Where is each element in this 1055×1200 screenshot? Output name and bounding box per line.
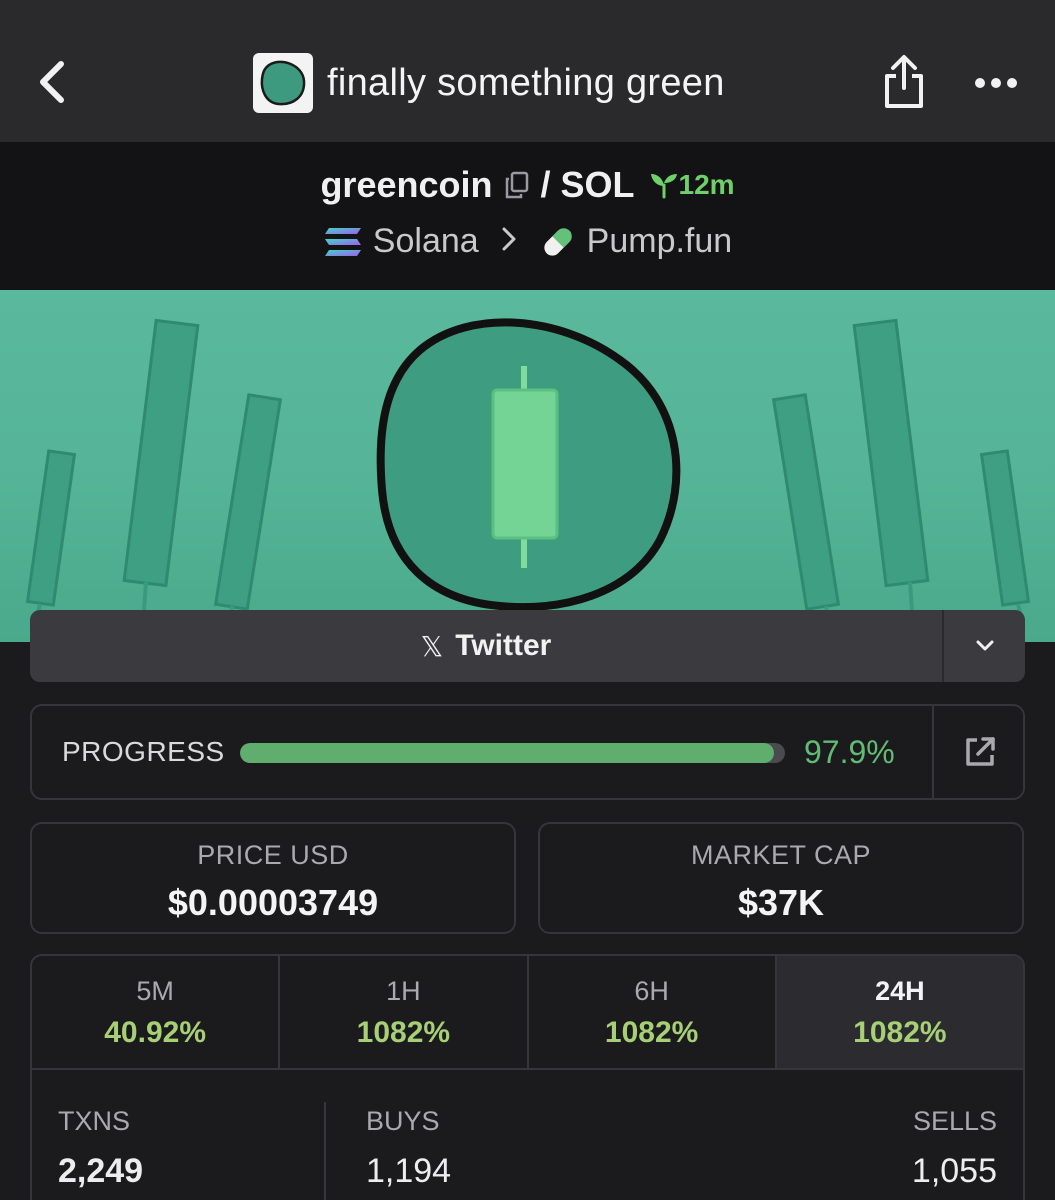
market-cap-card: MARKET CAP $37K xyxy=(538,822,1024,934)
social-links-bar: 𝕏 Twitter xyxy=(30,610,1025,682)
progress-label: PROGRESS xyxy=(62,736,225,767)
txns-label: TXNS xyxy=(58,1106,131,1136)
transactions-section: TXNS 2,249 BUYS 1,194 SELLS 1,055 xyxy=(32,1070,1023,1200)
social-expand-button[interactable] xyxy=(944,610,1025,682)
breadcrumb: Solana Pump.fun xyxy=(0,222,1055,261)
progress-bar-fill xyxy=(240,743,774,763)
token-logo xyxy=(253,53,313,113)
tab-label: 6H xyxy=(634,976,669,1006)
chevron-right-icon xyxy=(501,222,517,261)
tab-label: 5M xyxy=(136,976,174,1006)
external-link-icon xyxy=(965,737,995,766)
buys-value: 1,194 xyxy=(366,1152,452,1190)
price-change: 1082% xyxy=(853,1016,947,1049)
sprout-icon xyxy=(650,174,677,199)
pair-separator: / xyxy=(540,164,551,205)
chain-name: Solana xyxy=(372,222,479,260)
pair-age-text: 12m xyxy=(678,169,735,200)
sells-label: SELLS xyxy=(912,1106,997,1136)
dex-link[interactable]: Pump.fun xyxy=(539,222,733,261)
buys-label: BUYS xyxy=(366,1106,440,1136)
twitter-label: Twitter xyxy=(455,629,552,662)
tab-1h[interactable]: 1H 1082% xyxy=(280,956,529,1070)
bonding-progress-card: PROGRESS 97.9% xyxy=(30,704,1025,800)
quote-token-name: SOL xyxy=(560,164,635,205)
open-external-button[interactable] xyxy=(934,706,1025,798)
twitter-button[interactable]: 𝕏 Twitter xyxy=(30,610,942,682)
more-button[interactable] xyxy=(966,58,1026,108)
chevron-left-icon xyxy=(40,61,64,103)
tab-label: 1H xyxy=(386,976,421,1006)
pair-line: greencoin / SOL 12m xyxy=(0,164,1055,206)
pair-header: greencoin / SOL 12m Solana Pump.fun xyxy=(0,142,1055,290)
base-token-name: greencoin xyxy=(320,164,493,205)
price-change: 1082% xyxy=(356,1016,451,1049)
chain-link[interactable]: Solana xyxy=(323,222,479,261)
tab-6h[interactable]: 6H 1082% xyxy=(528,956,777,1070)
page-title-group: finally something green xyxy=(253,53,725,113)
price-change: 1082% xyxy=(604,1016,699,1049)
back-button[interactable] xyxy=(22,50,82,114)
page-title: finally something green xyxy=(327,61,725,104)
timeframe-tabs: 5M 40.92% 1H 1082% 6H 1082% 24H 1082% xyxy=(32,956,1023,1070)
tab-24h[interactable]: 24H 1082% xyxy=(776,956,1023,1070)
pill-icon xyxy=(544,227,572,256)
x-logo-icon: 𝕏 xyxy=(420,630,444,662)
solana-icon xyxy=(324,227,361,256)
divider xyxy=(324,1102,326,1200)
tab-label: 24H xyxy=(875,976,925,1006)
tab-5m[interactable]: 5M 40.92% xyxy=(32,956,281,1070)
stats-panel: 5M 40.92% 1H 1082% 6H 1082% 24H 1082% TX… xyxy=(30,954,1025,1200)
share-icon xyxy=(885,55,923,108)
more-dots-icon xyxy=(975,78,1017,88)
market-cap-value: $37K xyxy=(737,882,825,923)
token-logo-image xyxy=(260,60,306,106)
market-cap-label: MARKET CAP xyxy=(690,840,872,870)
progress-bar xyxy=(240,743,785,763)
chevron-down-icon xyxy=(976,640,993,651)
banner-image xyxy=(25,318,1031,621)
top-bar: finally something green xyxy=(0,0,1055,142)
price-change: 40.92% xyxy=(104,1016,206,1049)
copy-icon xyxy=(506,171,529,199)
pair-age-badge: 12m xyxy=(649,169,735,201)
txns-value: 2,249 xyxy=(58,1152,144,1190)
dex-name: Pump.fun xyxy=(586,222,733,260)
copy-address-button[interactable] xyxy=(504,171,530,199)
price-usd-value: $0.00003749 xyxy=(167,882,379,923)
share-button[interactable] xyxy=(874,50,934,114)
token-banner xyxy=(0,290,1055,642)
price-usd-label: PRICE USD xyxy=(197,840,349,870)
sells-value: 1,055 xyxy=(911,1152,997,1190)
price-usd-card: PRICE USD $0.00003749 xyxy=(30,822,516,934)
progress-value: 97.9% xyxy=(804,734,895,770)
